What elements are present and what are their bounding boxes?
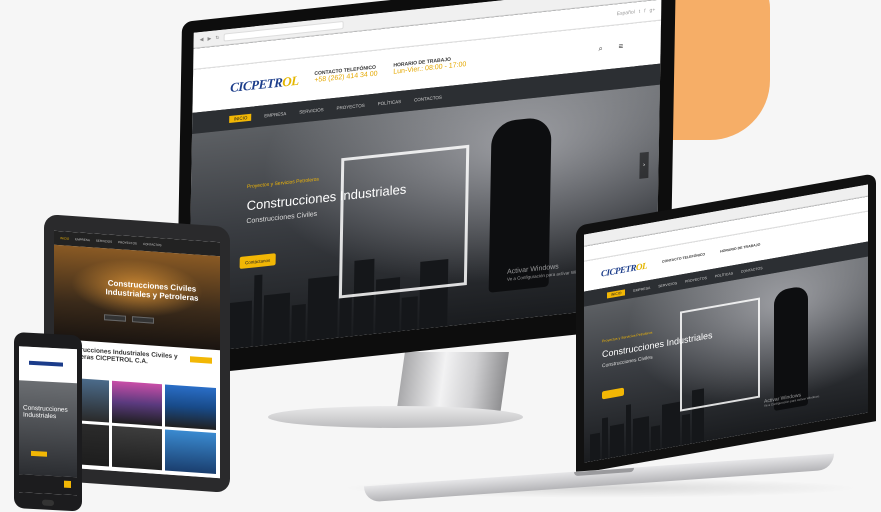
menu-icon[interactable]: ≡	[619, 42, 624, 52]
laptop-work-hours: HORARIO DE TRABAJO	[720, 242, 761, 255]
tablet-card[interactable]	[165, 384, 216, 430]
google-plus-icon[interactable]: g+	[650, 7, 656, 14]
laptop-nav-inicio[interactable]: INICIO	[606, 289, 626, 299]
laptop-logo-accent: OL	[636, 260, 648, 273]
nav-inicio[interactable]: INICIO	[229, 113, 252, 123]
tablet-nav-contactos[interactable]: CONTACTOS	[143, 242, 162, 247]
phone-screen: Construcciones Industriales	[19, 346, 77, 496]
laptop-nav-politicas[interactable]: POLÍTICAS	[715, 271, 733, 278]
laptop-nav-empresa[interactable]: EMPRESA	[633, 286, 650, 293]
phone-device: Construcciones Industriales	[14, 332, 82, 512]
laptop-lid: CICPETROL CONTACTO TELEFÓNICO HORARIO DE…	[576, 173, 876, 474]
twitter-icon[interactable]: t	[639, 9, 640, 15]
phone-logo[interactable]	[29, 360, 63, 367]
tablet-nav-proyectos[interactable]: PROYECTOS	[118, 240, 137, 245]
phone-hero-button[interactable]	[31, 450, 47, 457]
tablet-nav-servicios[interactable]: SERVICIOS	[96, 239, 112, 244]
laptop-phone-contact: CONTACTO TELEFÓNICO	[662, 252, 706, 265]
monitor-stand-base	[268, 406, 523, 428]
tablet-card[interactable]	[165, 428, 216, 475]
laptop-nav-contactos[interactable]: CONTACTOS	[741, 266, 763, 274]
laptop-hours-title: HORARIO DE TRABAJO	[720, 242, 761, 254]
phone-hero	[19, 380, 77, 478]
laptop-site-logo[interactable]: CICPETROL	[601, 261, 647, 279]
hero-frame	[338, 144, 470, 299]
phone-contact: CONTACTO TELEFÓNICO +58 (262) 414 34 00	[314, 65, 377, 85]
phone-hero-title: Construcciones Industriales	[23, 404, 68, 421]
nav-contactos[interactable]: CONTACTOS	[414, 95, 442, 103]
nav-empresa[interactable]: EMPRESA	[264, 111, 286, 118]
nav-politicas[interactable]: POLÍTICAS	[378, 99, 402, 106]
slider-next-icon[interactable]: ›	[639, 151, 649, 179]
forward-icon[interactable]: ▶	[207, 35, 211, 41]
phone-header	[19, 346, 77, 384]
tablet-section-button[interactable]	[190, 356, 212, 364]
site-logo[interactable]: CICPETROL	[230, 72, 299, 95]
reload-icon[interactable]: ↻	[215, 35, 219, 41]
tablet-nav-inicio[interactable]: INICIO	[60, 236, 69, 241]
tablet-nav-empresa[interactable]: EMPRESA	[75, 237, 90, 242]
back-icon[interactable]: ◀	[200, 36, 204, 42]
laptop-contact-title: CONTACTO TELEFÓNICO	[662, 252, 706, 265]
tablet-card[interactable]	[111, 380, 163, 426]
nav-servicios[interactable]: SERVICIOS	[299, 107, 324, 115]
phone-home-button[interactable]	[42, 499, 54, 507]
facebook-icon[interactable]: f	[644, 8, 645, 14]
logo-text: CICPETR	[230, 73, 283, 95]
laptop-nav-servicios[interactable]: SERVICIOS	[658, 281, 677, 288]
laptop-hero-frame	[680, 298, 760, 413]
logo-accent: OL	[282, 72, 299, 89]
language-selector[interactable]: Español	[617, 9, 635, 17]
phone-scroll-top-icon[interactable]	[64, 480, 71, 488]
phone-footer	[19, 474, 77, 496]
laptop-logo-text: CICPETR	[601, 262, 637, 279]
nav-proyectos[interactable]: PROYECTOS	[337, 103, 365, 111]
tablet-card[interactable]	[111, 425, 163, 471]
laptop-screen: CICPETROL CONTACTO TELEFÓNICO HORARIO DE…	[584, 184, 868, 463]
laptop-nav-proyectos[interactable]: PROYECTOS	[685, 276, 707, 284]
work-hours: HORARIO DE TRABAJO Lun-Vier.: 08:00 - 17…	[393, 56, 466, 77]
search-icon[interactable]: ⌕	[598, 43, 603, 53]
